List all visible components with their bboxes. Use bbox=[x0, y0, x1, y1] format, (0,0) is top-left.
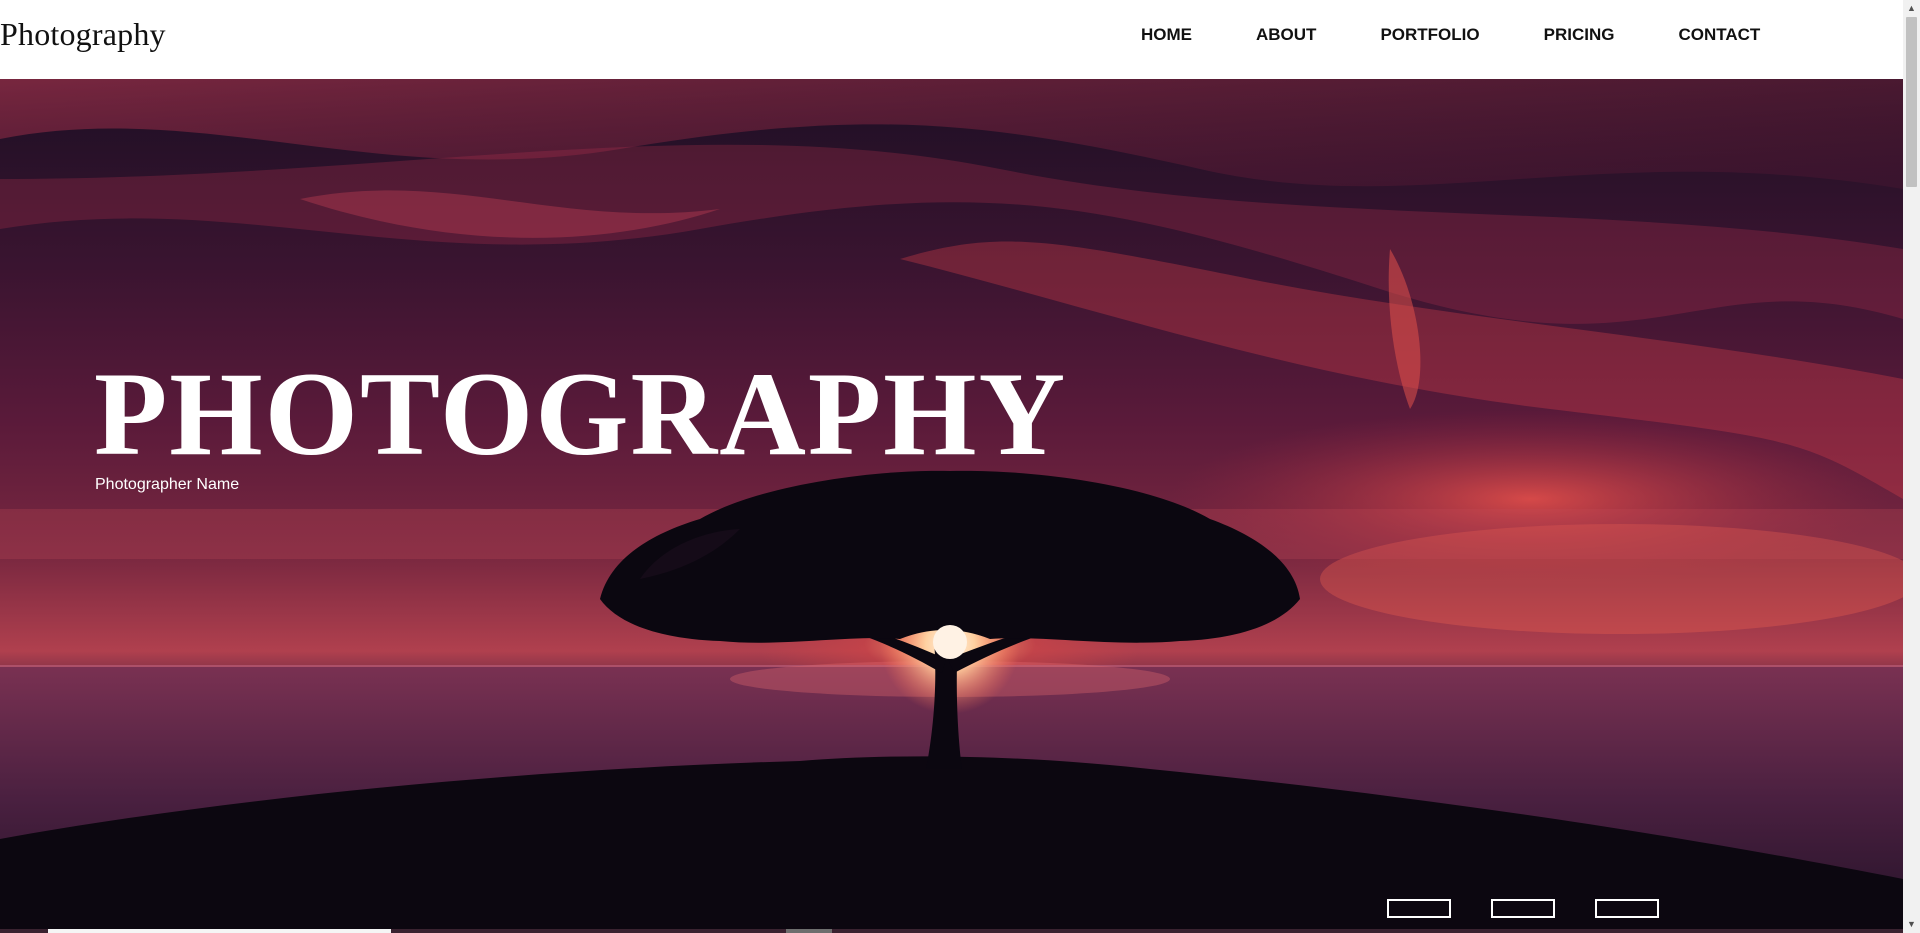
vertical-scroll-thumb[interactable] bbox=[1906, 17, 1917, 187]
down-arrow-icon[interactable]: ▼ bbox=[1903, 916, 1920, 933]
slider-indicators bbox=[1387, 899, 1659, 918]
brand-logo[interactable]: Photography bbox=[0, 16, 166, 53]
hero-title: PHOTOGRAPHY bbox=[94, 347, 1068, 480]
hero-section: PHOTOGRAPHY Photographer Name bbox=[0, 79, 1903, 933]
up-arrow-icon[interactable]: ▲ bbox=[1903, 0, 1920, 17]
nav-link-contact[interactable]: CONTACT bbox=[1678, 24, 1760, 46]
horizontal-scroll-marker bbox=[786, 929, 832, 933]
nav-link-home[interactable]: HOME bbox=[1141, 24, 1192, 46]
navbar: Photography HOME ABOUT PORTFOLIO PRICING… bbox=[0, 0, 1903, 79]
slider-indicator-2[interactable] bbox=[1491, 899, 1555, 918]
horizontal-scroll-thumb[interactable] bbox=[48, 929, 391, 933]
nav-link-pricing[interactable]: PRICING bbox=[1544, 24, 1615, 46]
nav-link-about[interactable]: ABOUT bbox=[1256, 24, 1316, 46]
nav-link-portfolio[interactable]: PORTFOLIO bbox=[1380, 24, 1479, 46]
nav-menu: HOME ABOUT PORTFOLIO PRICING CONTACT bbox=[1141, 24, 1760, 46]
horizontal-scroll-track[interactable] bbox=[0, 929, 1903, 933]
hero-subtitle: Photographer Name bbox=[95, 476, 240, 493]
slider-indicator-1[interactable] bbox=[1387, 899, 1451, 918]
vertical-scrollbar[interactable]: ▲ ▼ bbox=[1903, 0, 1920, 933]
hero-background-image bbox=[0, 79, 1903, 933]
slider-indicator-3[interactable] bbox=[1595, 899, 1659, 918]
